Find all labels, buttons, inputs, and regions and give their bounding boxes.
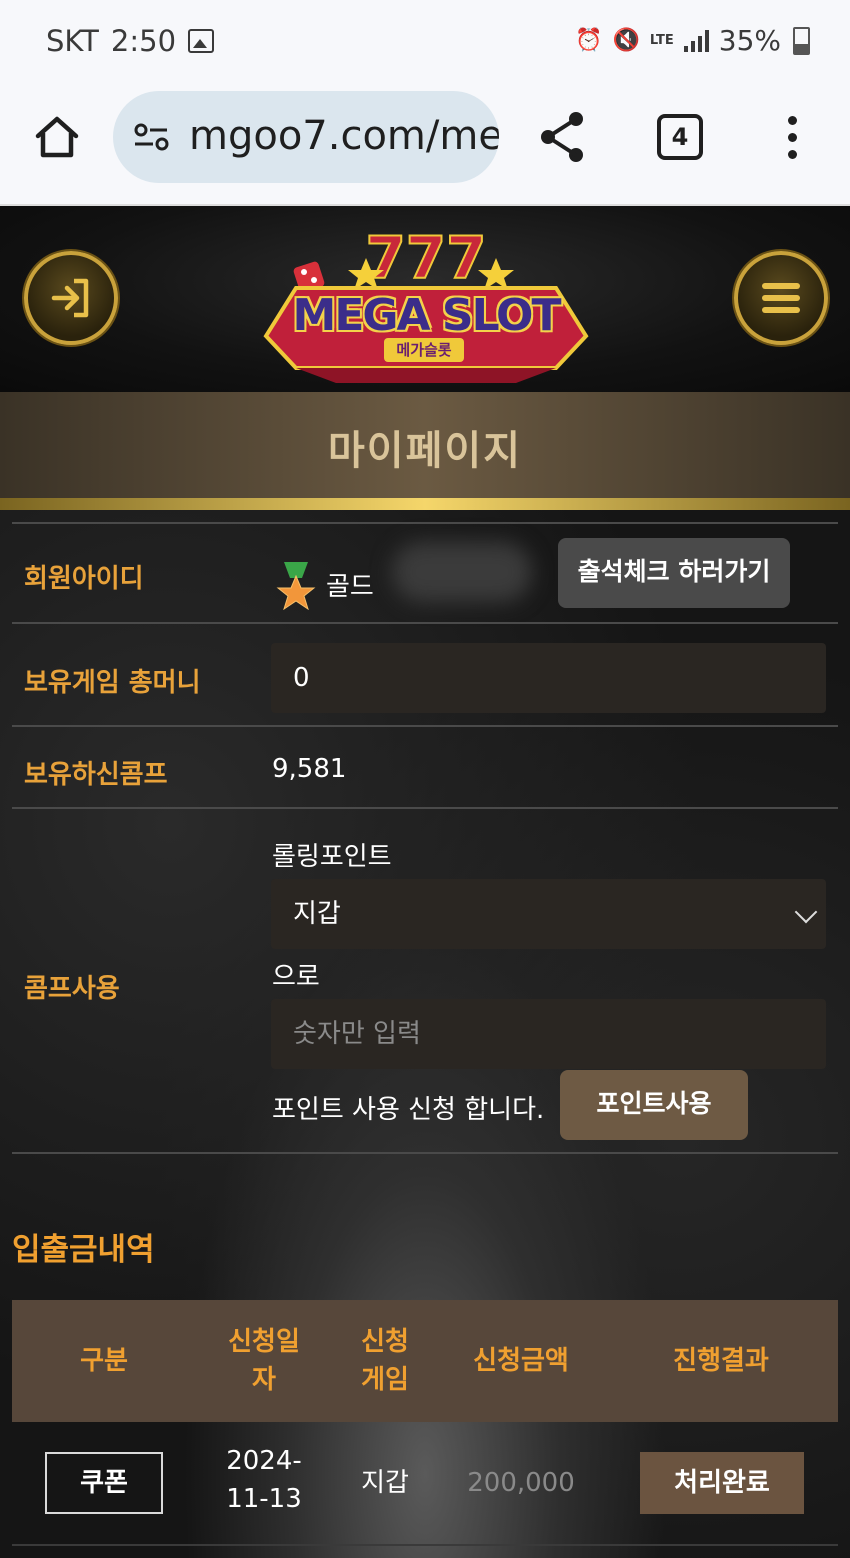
login-icon — [51, 278, 89, 318]
battery-percent: 35% — [718, 24, 781, 57]
mute-icon: 🔇 — [612, 28, 640, 53]
battery-icon — [793, 26, 810, 55]
divider — [12, 725, 838, 727]
hamburger-icon — [762, 283, 800, 313]
image-notification-icon — [188, 29, 215, 53]
member-id-label: 회원아이디 — [24, 564, 144, 594]
comp-use-label: 콤프사용 — [24, 974, 120, 1004]
lte-icon: LTE — [649, 32, 674, 48]
status-badge: 처리완료 — [640, 1452, 804, 1514]
clock: 2:50 — [110, 24, 177, 58]
column-header-result: 진행결과 — [673, 1346, 769, 1376]
site-logo[interactable]: 777 MEGA SLOT 메가슬롯 — [256, 218, 596, 388]
page-title: 마이페이지 — [328, 428, 522, 474]
member-grade: 골드 — [326, 572, 374, 602]
type-badge: 쿠폰 — [45, 1452, 163, 1514]
column-header-type: 구분 — [80, 1346, 128, 1376]
request-amount: 200,000 — [467, 1468, 575, 1498]
column-header-date: 신청일 자 — [228, 1327, 300, 1395]
use-point-button[interactable]: 포인트사용 — [560, 1070, 748, 1140]
request-game: 지갑 — [361, 1468, 409, 1498]
signal-icon — [683, 29, 709, 52]
point-amount-input[interactable]: 숫자만 입력 — [271, 999, 826, 1069]
site-settings-icon[interactable] — [133, 123, 171, 151]
alarm-icon: ⏰ — [575, 28, 603, 53]
address-bar[interactable]: mgoo7.com/me — [113, 91, 499, 183]
status-right: ⏰ 🔇 LTE 35% — [575, 24, 810, 57]
carrier-label: SKT — [46, 24, 99, 58]
mypage-content: 회원아이디 골드 출석체크 하러가기 보유게임 총머니 0 보유하신콤프 9,5… — [0, 510, 850, 1558]
home-icon[interactable] — [34, 114, 80, 160]
column-header-game: 신청 게임 — [361, 1327, 409, 1395]
menu-button[interactable] — [734, 251, 828, 345]
divider — [12, 1152, 838, 1154]
game-money-label: 보유게임 총머니 — [24, 668, 201, 698]
masked-user-id — [392, 542, 532, 602]
game-money-field: 0 — [271, 643, 826, 713]
divider — [12, 522, 838, 524]
request-date: 2024- 11-13 — [226, 1446, 302, 1514]
attendance-check-button[interactable]: 출석체크 하러가기 — [558, 538, 790, 608]
comp-label: 보유하신콤프 — [24, 760, 168, 790]
login-button[interactable] — [24, 251, 118, 345]
status-left: SKT 2:50 — [46, 24, 215, 58]
wallet-select-value: 지갑 — [293, 899, 341, 929]
divider — [12, 622, 838, 624]
page-title-bar: 마이페이지 — [0, 392, 850, 498]
tab-switcher-button[interactable]: 4 — [657, 114, 703, 160]
gold-divider — [0, 498, 850, 510]
svg-text:777: 777 — [365, 224, 486, 292]
share-icon[interactable] — [538, 110, 588, 164]
chevron-down-icon — [794, 900, 818, 924]
divider — [12, 1544, 838, 1546]
more-menu-icon[interactable] — [788, 116, 798, 167]
browser-toolbar: mgoo7.com/me 4 — [0, 86, 850, 206]
point-apply-text: 포인트 사용 신청 합니다. — [272, 1095, 545, 1125]
to-label: 으로 — [272, 962, 320, 992]
history-table-header: 구분 신청일 자 신청 게임 신청금액 진행결과 — [12, 1300, 838, 1422]
column-header-amount: 신청금액 — [473, 1346, 569, 1376]
rolling-point-label: 롤링포인트 — [272, 842, 392, 872]
divider — [12, 807, 838, 809]
logo-text: MEGA SLOT — [292, 290, 562, 341]
gold-grade-medal-icon — [276, 562, 316, 610]
comp-value: 9,581 — [272, 754, 347, 784]
site-header: 777 MEGA SLOT 메가슬롯 — [0, 206, 850, 392]
wallet-select[interactable]: 지갑 — [271, 879, 826, 949]
status-bar: SKT 2:50 ⏰ 🔇 LTE 35% — [0, 0, 850, 86]
history-section-title: 입출금내역 — [12, 1232, 155, 1268]
logo-subtext: 메가슬롯 — [384, 338, 464, 362]
url-text: mgoo7.com/me — [189, 113, 499, 159]
